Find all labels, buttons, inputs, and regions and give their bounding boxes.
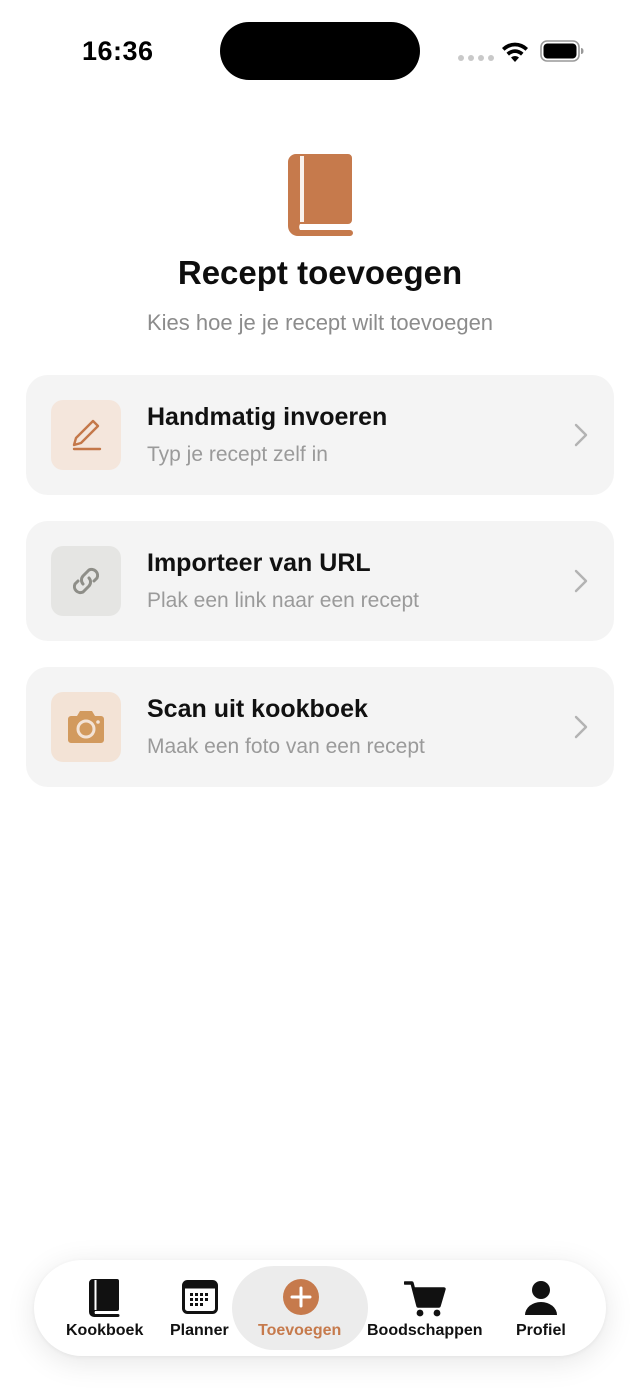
pencil-icon (72, 419, 102, 451)
wifi-icon (502, 42, 528, 62)
option-scan-cookbook[interactable]: Scan uit kookboek Maak een foto van een … (26, 667, 614, 787)
tab-label: Boodschappen (367, 1322, 483, 1339)
option-icon-box (51, 400, 121, 470)
tab-label: Planner (170, 1322, 229, 1339)
option-manual-entry[interactable]: Handmatig invoeren Typ je recept zelf in (26, 375, 614, 495)
tab-kookboek[interactable]: Kookboek (62, 1260, 146, 1356)
page-title: Recept toevoegen (177, 254, 463, 291)
tab-toevoegen[interactable]: Toevoegen (252, 1260, 352, 1356)
option-title: Handmatig invoeren (147, 403, 388, 431)
tab-boodschappen[interactable]: Boodschappen (364, 1260, 488, 1356)
tab-bar: Kookboek Planner Toevoegen Boodschappen (34, 1260, 606, 1356)
plus-circle-icon (283, 1279, 319, 1315)
chevron-right-icon (574, 423, 588, 447)
tab-label: Kookboek (66, 1322, 144, 1339)
status-bar: 16:36 (0, 0, 640, 104)
option-icon-box (51, 546, 121, 616)
tab-planner[interactable]: Planner (168, 1260, 232, 1356)
battery-icon (540, 40, 584, 62)
page-subtitle: Kies hoe je je recept wilt toevoegen (146, 310, 494, 335)
tab-profiel[interactable]: Profiel (508, 1260, 580, 1356)
dynamic-island (220, 22, 420, 80)
link-icon (72, 567, 100, 595)
tab-label: Profiel (516, 1322, 566, 1339)
book-icon (89, 1279, 120, 1317)
option-icon-box (51, 692, 121, 762)
cart-icon (404, 1281, 446, 1317)
option-title: Importeer van URL (147, 549, 371, 577)
option-description: Maak een foto van een recept (147, 735, 425, 758)
person-icon (525, 1281, 557, 1315)
calendar-icon (182, 1280, 218, 1314)
chevron-right-icon (574, 715, 588, 739)
tab-label: Toevoegen (258, 1322, 342, 1339)
book-icon (288, 154, 353, 236)
option-description: Plak een link naar een recept (147, 589, 420, 612)
camera-icon (68, 711, 104, 743)
option-description: Typ je recept zelf in (147, 443, 328, 466)
status-time: 16:36 (82, 36, 154, 66)
option-import-url[interactable]: Importeer van URL Plak een link naar een… (26, 521, 614, 641)
cellular-signal-icon (458, 55, 494, 61)
option-title: Scan uit kookboek (147, 695, 368, 723)
chevron-right-icon (574, 569, 588, 593)
